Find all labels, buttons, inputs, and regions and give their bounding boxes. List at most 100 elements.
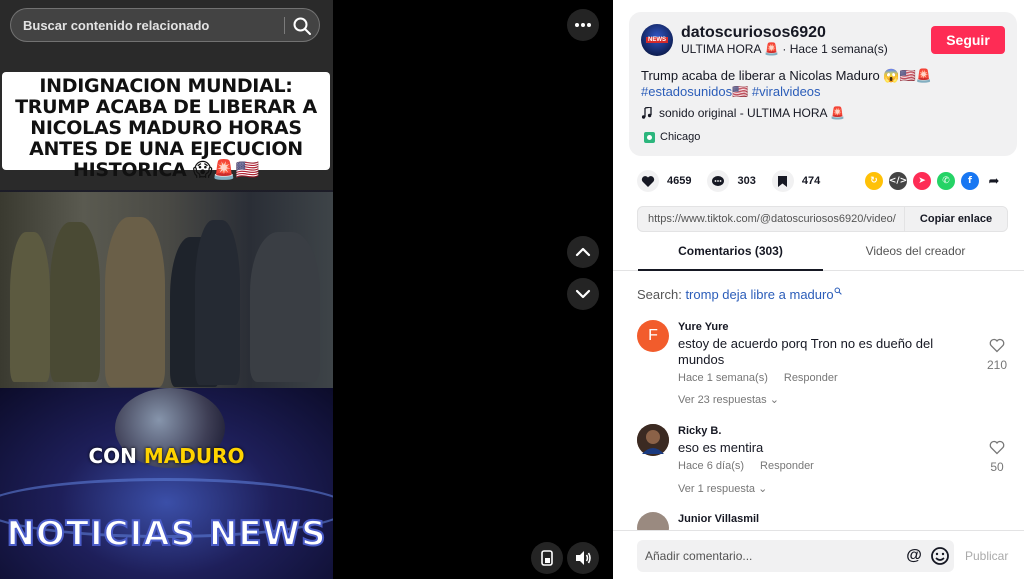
view-replies-button[interactable]: Ver 1 respuesta ⌄ — [678, 482, 767, 495]
comment-item: Ricky B. eso es mentira Hace 6 día(s) Re… — [637, 422, 1017, 502]
comment-search-label: Search: — [637, 287, 682, 302]
comment-like-button[interactable]: 50 — [985, 440, 1009, 474]
figure-2 — [50, 222, 100, 382]
comment-meta: Hace 6 día(s) Responder — [678, 460, 814, 472]
comment-search-term[interactable]: tromp deja libre a maduro — [685, 287, 833, 302]
location-pin-icon — [644, 131, 655, 143]
search-button[interactable] — [291, 15, 313, 37]
comment-like-button[interactable]: 210 — [985, 338, 1009, 372]
comment-author[interactable]: Yure Yure — [678, 321, 729, 333]
figure-6 — [250, 232, 320, 382]
repost-icon[interactable]: ↻ — [865, 172, 883, 190]
share-more-icon[interactable]: ➦ — [985, 172, 1003, 190]
like-stat[interactable]: 4659 — [637, 170, 691, 192]
mention-button[interactable]: @ — [905, 547, 923, 565]
post-caption: Trump acaba de liberar a Nicolas Maduro … — [641, 68, 932, 83]
embed-icon[interactable]: </> — [889, 172, 907, 190]
location-label: Chicago — [660, 131, 701, 143]
chevron-up-icon — [575, 247, 591, 257]
comment-meta: Hace 1 semana(s) Responder — [678, 372, 838, 384]
search-divider — [284, 17, 285, 34]
related-search-input[interactable] — [23, 9, 273, 41]
comment-text: eso es mentira — [678, 440, 764, 455]
view-replies-button[interactable]: Ver 23 respuestas ⌄ — [678, 393, 779, 406]
comment-time: Hace 1 semana(s) — [678, 372, 768, 384]
more-options-button[interactable] — [567, 9, 599, 41]
tab-creator-videos[interactable]: Videos del creador — [823, 244, 1008, 271]
comment-search-hint: Search: tromp deja libre a maduro — [637, 287, 842, 302]
video-scene — [0, 192, 333, 388]
comment-input-box[interactable]: @ — [637, 540, 954, 572]
avatar-badge: NEWS — [646, 37, 668, 43]
like-button[interactable] — [637, 170, 659, 192]
video-headline: INDIGNACION MUNDIAL: TRUMP ACABA DE LIBE… — [15, 75, 317, 181]
comment-button[interactable] — [707, 170, 730, 192]
save-button[interactable] — [771, 170, 794, 192]
overlay-title: CON MADURO — [0, 444, 333, 468]
copy-link-button[interactable]: Copiar enlace — [904, 207, 1007, 231]
hashtag-link[interactable]: #estadosunidos🇺🇸 — [641, 84, 748, 99]
comment-input[interactable] — [645, 540, 895, 572]
sound-row[interactable]: sonido original - ULTIMA HORA 🚨 — [641, 106, 845, 120]
previous-video-button[interactable] — [567, 236, 599, 268]
emoji-button[interactable] — [930, 546, 950, 566]
music-note-icon — [641, 107, 652, 119]
comment-author[interactable]: Ricky B. — [678, 425, 721, 437]
heart-outline-icon — [989, 440, 1005, 455]
comment-author[interactable]: Junior Villasmil — [678, 513, 759, 525]
figure-5 — [195, 220, 240, 385]
details-panel: NEWS datoscuriosos6920 ULTIMA HORA 🚨 · H… — [613, 0, 1024, 579]
author-subline: ULTIMA HORA 🚨 · Hace 1 semana(s) — [681, 42, 888, 56]
video-link-url[interactable]: https://www.tiktok.com/@datoscuriosos692… — [648, 213, 910, 225]
reply-button[interactable]: Responder — [784, 372, 838, 384]
sound-label: sonido original - ULTIMA HORA 🚨 — [659, 106, 846, 120]
stats-row: 4659 303 474 — [637, 170, 836, 192]
bookmark-icon — [778, 175, 788, 187]
emoji-icon — [931, 547, 949, 565]
chevron-down-icon — [575, 289, 591, 299]
avatar[interactable]: F — [637, 320, 669, 352]
author-username[interactable]: datoscuriosos6920 — [681, 24, 826, 42]
hashtag-link[interactable]: #viralvideos — [752, 84, 821, 99]
reply-button[interactable]: Responder — [760, 460, 814, 472]
overlay-prefix: CON — [88, 444, 137, 468]
post-description: Trump acaba de liberar a Nicolas Maduro … — [641, 68, 1001, 100]
next-video-button[interactable] — [567, 278, 599, 310]
post-comment-button[interactable]: Publicar — [965, 549, 1008, 563]
whatsapp-icon[interactable]: ✆ — [937, 172, 955, 190]
save-stat[interactable]: 474 — [771, 170, 820, 192]
avatar[interactable] — [637, 424, 669, 456]
location-chip[interactable]: Chicago — [639, 127, 705, 147]
author-avatar[interactable]: NEWS — [641, 24, 673, 56]
more-dots-icon — [575, 23, 591, 27]
floating-player-button[interactable] — [531, 542, 563, 574]
comment-item: Junior Villasmil — [637, 510, 1017, 544]
comment-bubble-icon — [712, 175, 725, 186]
heart-outline-icon — [989, 338, 1005, 353]
comment-like-count: 50 — [990, 460, 1004, 474]
author-card: NEWS datoscuriosos6920 ULTIMA HORA 🚨 · H… — [629, 12, 1017, 156]
share-row: ↻ </> ➤ ✆ f ➦ — [865, 172, 1003, 190]
tab-comments[interactable]: Comentarios (303) — [638, 244, 823, 271]
video-bottom-graphic: CON MADURO NOTICIAS NEWS — [0, 388, 333, 579]
comment-count: 303 — [737, 175, 756, 187]
comment-stat[interactable]: 303 — [707, 170, 756, 192]
floating-player-icon — [541, 550, 553, 566]
video-headline-box: INDIGNACION MUNDIAL: TRUMP ACABA DE LIBE… — [2, 72, 330, 181]
follow-button[interactable]: Seguir — [931, 26, 1005, 54]
comment-time: Hace 6 día(s) — [678, 460, 745, 472]
related-search-bar[interactable] — [10, 8, 320, 42]
search-icon — [834, 287, 842, 295]
brand-text: NOTICIAS NEWS — [5, 513, 327, 555]
send-icon[interactable]: ➤ — [913, 172, 931, 190]
like-count: 4659 — [667, 175, 692, 187]
tabs-bar: Comentarios (303) Videos del creador — [613, 244, 1024, 271]
video-frame[interactable]: INDIGNACION MUNDIAL: TRUMP ACABA DE LIBE… — [0, 0, 333, 579]
figure-3 — [105, 217, 165, 387]
volume-button[interactable] — [567, 542, 599, 574]
volume-icon — [576, 551, 591, 565]
facebook-icon[interactable]: f — [961, 172, 979, 190]
avatar-photo — [637, 424, 669, 456]
search-icon — [293, 17, 311, 35]
video-area[interactable]: INDIGNACION MUNDIAL: TRUMP ACABA DE LIBE… — [0, 0, 613, 579]
